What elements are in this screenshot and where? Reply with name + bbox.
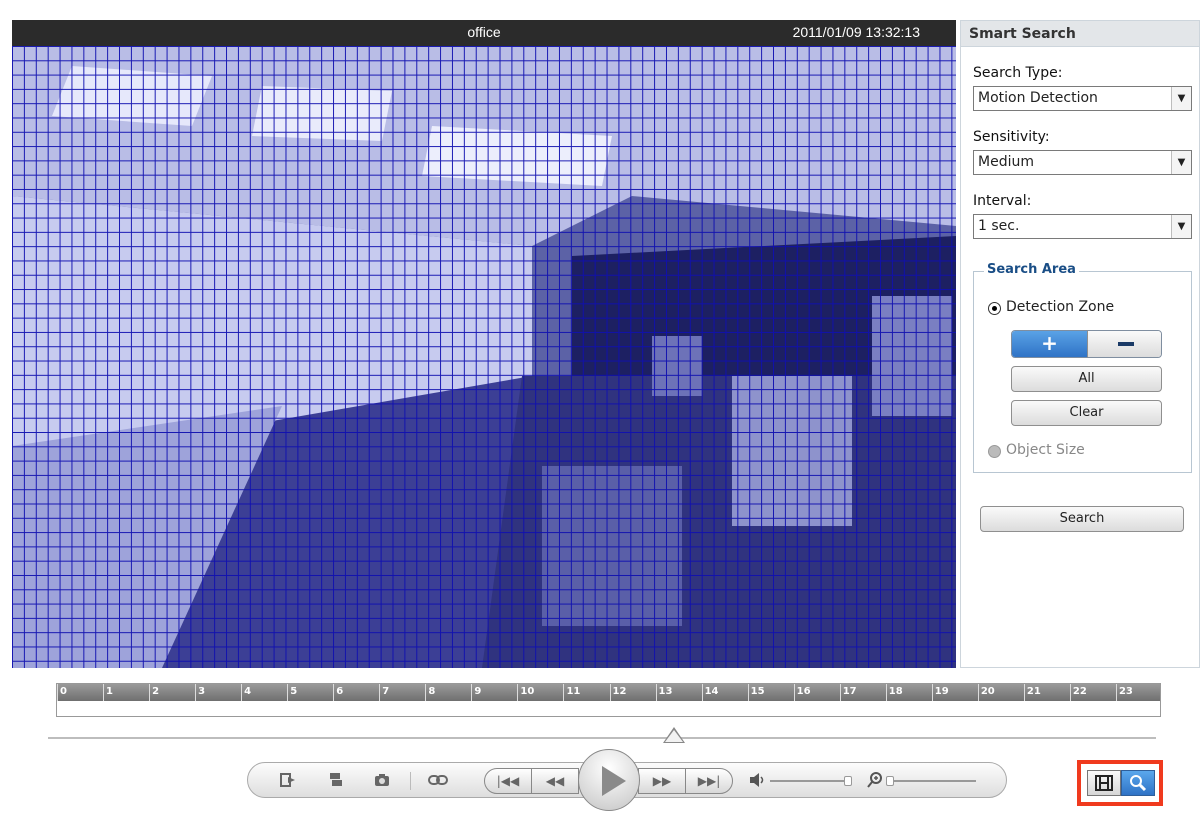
sensitivity-select[interactable]: Medium ▼ <box>973 150 1192 175</box>
detection-zone-radio[interactable] <box>988 302 1001 315</box>
timeline-hour-tick: 5 <box>287 684 297 701</box>
panel-title: Smart Search <box>961 21 1199 47</box>
plus-icon: + <box>1041 331 1058 355</box>
smart-search-mode-button[interactable] <box>1121 770 1155 796</box>
search-button[interactable]: Search <box>980 506 1184 532</box>
playback-track[interactable] <box>48 737 1156 739</box>
skip-first-icon: |◀◀ <box>496 774 520 788</box>
zoom-icon[interactable] <box>866 771 886 794</box>
timeline-hour-tick: 6 <box>333 684 343 701</box>
rewind-icon: ◀◀ <box>545 774 565 788</box>
timeline-hour-tick: 7 <box>379 684 389 701</box>
search-area-legend: Search Area <box>984 262 1079 277</box>
timeline-hour-tick: 21 <box>1023 684 1041 701</box>
smart-search-panel: Smart Search Search Type: Motion Detecti… <box>960 20 1200 668</box>
object-size-radio[interactable] <box>988 445 1001 458</box>
clear-button[interactable]: Clear <box>1011 400 1162 426</box>
volume-slider-knob[interactable] <box>844 776 852 786</box>
timeline-hour-tick: 3 <box>195 684 205 701</box>
export-icon[interactable] <box>278 771 298 794</box>
fast-forward-button[interactable]: ▶▶ <box>638 768 686 794</box>
timeline-hour-tick: 0 <box>57 684 67 701</box>
video-header: office 2011/01/09 13:32:13 <box>12 20 956 46</box>
skip-first-button[interactable]: |◀◀ <box>484 768 532 794</box>
interval-select[interactable]: 1 sec. ▼ <box>973 214 1192 239</box>
download-icon[interactable] <box>326 771 346 794</box>
interval-value: 1 sec. <box>978 218 1020 234</box>
timeline-hour-tick: 1 <box>103 684 113 701</box>
playhead-handle-inner <box>665 730 683 742</box>
volume-icon[interactable] <box>748 771 768 794</box>
timeline-hour-tick: 2 <box>149 684 159 701</box>
timeline-hour-tick: 15 <box>747 684 765 701</box>
search-icon <box>1129 775 1147 797</box>
timeline-hour-tick: 18 <box>885 684 903 701</box>
chevron-down-icon[interactable]: ▼ <box>1171 87 1191 110</box>
timeline-hour-tick: 13 <box>655 684 672 701</box>
object-size-label: Object Size <box>1006 442 1085 458</box>
minus-icon <box>1117 342 1134 346</box>
playback-controls: |◀◀ ◀◀ ▶▶ ▶▶| <box>247 749 1007 811</box>
timeline-hour-tick: 16 <box>793 684 811 701</box>
select-all-button[interactable]: All <box>1011 366 1162 392</box>
detection-grid[interactable] <box>12 46 956 668</box>
sensitivity-label: Sensitivity: <box>973 129 1050 145</box>
video-view[interactable]: office 2011/01/09 13:32:13 <box>12 20 956 668</box>
timeline-hour-tick: 10 <box>517 684 534 701</box>
sensitivity-value: Medium <box>978 154 1034 170</box>
remove-zone-button[interactable] <box>1087 331 1161 357</box>
timeline-hour-tick: 14 <box>701 684 719 701</box>
timeline-hour-tick: 8 <box>425 684 435 701</box>
timeline-hour-tick: 23 <box>1115 684 1133 701</box>
add-zone-button[interactable]: + <box>1012 331 1087 357</box>
zoom-slider-knob[interactable] <box>886 776 894 786</box>
timeline-hour-tick: 12 <box>609 684 626 701</box>
timeline-hour-tick: 4 <box>241 684 251 701</box>
video-timestamp: 2011/01/09 13:32:13 <box>792 24 920 40</box>
fast-forward-icon: ▶▶ <box>652 774 672 788</box>
volume-slider[interactable] <box>770 780 850 782</box>
search-area-group: Search Area Detection Zone + All Clear O… <box>973 262 1192 473</box>
playback-mode-button[interactable] <box>1087 770 1121 796</box>
chevron-down-icon[interactable]: ▼ <box>1171 151 1191 174</box>
timeline-hour-tick: 9 <box>471 684 481 701</box>
link-icon[interactable] <box>426 771 450 794</box>
timeline-hour-tick: 22 <box>1069 684 1087 701</box>
detection-zone-label: Detection Zone <box>1006 299 1115 315</box>
timeline[interactable]: 0 1 2 3 4 5 6 7 8 9 10 11 12 13 14 15 16 17 18 19 20 21 22 23 <box>56 683 1161 717</box>
timeline-hour-tick: 20 <box>977 684 995 701</box>
interval-label: Interval: <box>973 193 1032 209</box>
timeline-hour-tick: 11 <box>563 684 580 701</box>
skip-last-button[interactable]: ▶▶| <box>685 768 733 794</box>
timeline-hour-tick: 19 <box>931 684 949 701</box>
search-type-select[interactable]: Motion Detection ▼ <box>973 86 1192 111</box>
zoom-slider[interactable] <box>888 780 976 782</box>
timeline-hour-tick: 17 <box>839 684 857 701</box>
rewind-button[interactable]: ◀◀ <box>531 768 579 794</box>
search-type-label: Search Type: <box>973 65 1063 81</box>
play-icon <box>602 766 626 796</box>
search-type-value: Motion Detection <box>978 90 1098 106</box>
view-mode-switch <box>1077 760 1163 806</box>
camera-icon[interactable] <box>372 771 392 794</box>
film-icon <box>1095 775 1113 796</box>
chevron-down-icon[interactable]: ▼ <box>1171 215 1191 238</box>
play-button[interactable] <box>578 749 640 811</box>
timeline-hour-ruler: 0 1 2 3 4 5 6 7 8 9 10 11 12 13 14 15 16 17 18 19 20 21 22 23 <box>57 684 1160 701</box>
skip-last-icon: ▶▶| <box>697 774 721 788</box>
zone-edit-toggle: + <box>1011 330 1162 358</box>
